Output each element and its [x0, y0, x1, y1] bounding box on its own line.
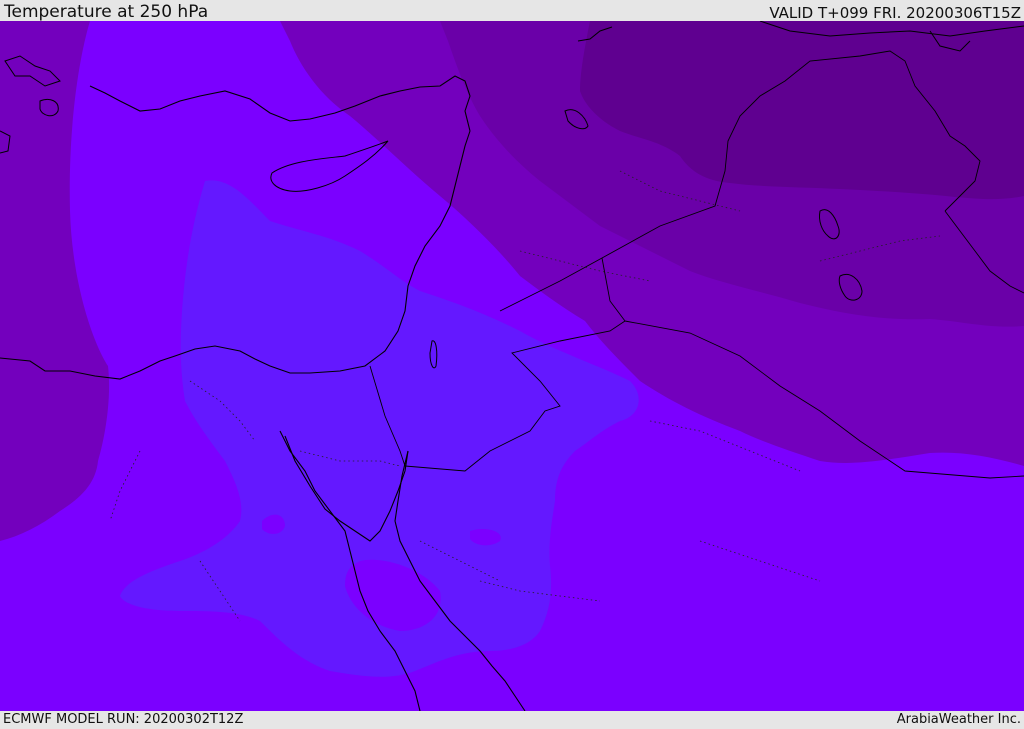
model-run: ECMWF MODEL RUN: 20200302T12Z [3, 712, 244, 727]
map-canvas[interactable] [0, 21, 1024, 711]
valid-time: VALID T+099 FRI. 20200306T15Z [769, 4, 1021, 22]
credit-label: ArabiaWeather Inc. [896, 712, 1021, 727]
footer-bar: ECMWF MODEL RUN: 20200302T12Z ArabiaWeat… [0, 711, 1024, 729]
map-title: Temperature at 250 hPa [4, 2, 209, 22]
temperature-map [0, 21, 1024, 711]
header-bar: Temperature at 250 hPa VALID T+099 FRI. … [0, 0, 1024, 21]
